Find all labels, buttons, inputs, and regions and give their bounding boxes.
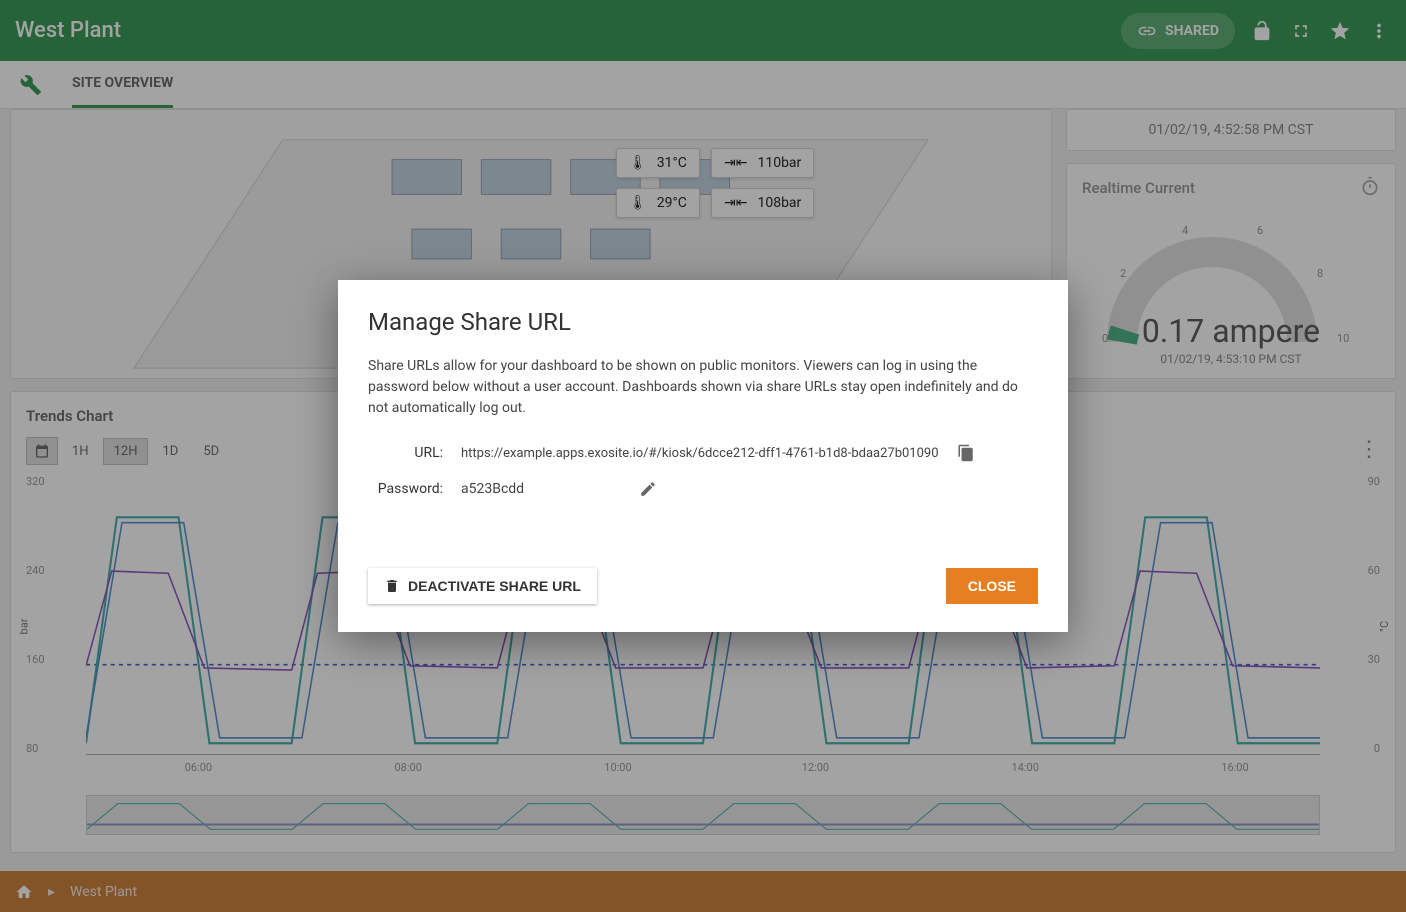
copy-icon[interactable] [957,444,975,462]
close-button[interactable]: CLOSE [946,568,1038,604]
deactivate-label: DEACTIVATE SHARE URL [408,578,581,594]
url-value: https://example.apps.exosite.io/#/kiosk/… [461,446,939,461]
deactivate-button[interactable]: DEACTIVATE SHARE URL [368,568,597,604]
modal-scrim[interactable]: Manage Share URL Share URLs allow for yo… [0,0,1406,912]
share-url-modal: Manage Share URL Share URLs allow for yo… [338,280,1068,632]
password-value: a523Bcdd [461,481,621,497]
edit-icon[interactable] [639,480,657,498]
url-label: URL: [368,445,443,461]
trash-icon [384,578,400,594]
password-label: Password: [368,481,443,497]
modal-title: Manage Share URL [368,308,1038,336]
modal-description: Share URLs allow for your dashboard to b… [368,356,1038,419]
